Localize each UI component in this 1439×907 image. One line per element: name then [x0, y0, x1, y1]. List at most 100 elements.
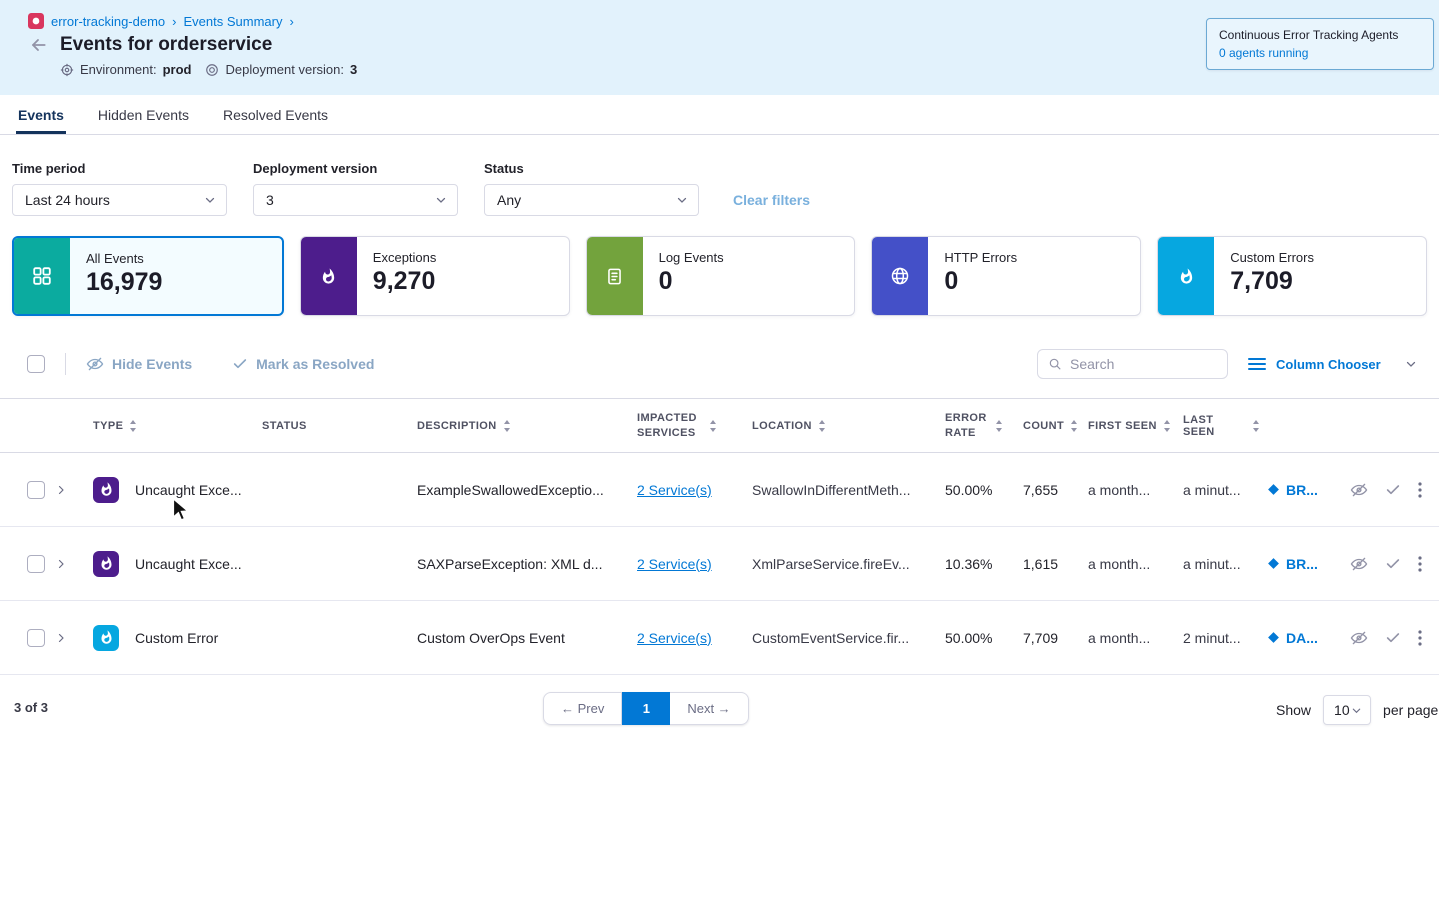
chevron-down-icon — [1351, 705, 1362, 716]
event-type: Custom Error — [135, 630, 218, 646]
event-count: 7,655 — [1023, 482, 1058, 498]
event-description: ExampleSwallowedExceptio... — [417, 482, 604, 498]
eye-off-icon — [86, 355, 104, 373]
check-icon[interactable] — [1385, 482, 1401, 498]
card-label: HTTP Errors — [944, 250, 1017, 265]
deployment-version-value: 3 — [350, 62, 357, 77]
card-value: 7,709 — [1230, 267, 1314, 296]
back-arrow-icon[interactable] — [28, 35, 48, 55]
last-seen: a minut... — [1183, 556, 1241, 572]
breadcrumb-separator: › — [289, 14, 293, 29]
column-header-type[interactable]: TYPE — [85, 419, 255, 433]
expand-chevron-icon[interactable] — [55, 484, 67, 496]
service-link-label: BR... — [1286, 556, 1318, 572]
column-header-description[interactable]: DESCRIPTION — [410, 419, 630, 433]
card-log-events[interactable]: Log Events 0 — [586, 236, 856, 316]
kebab-menu-icon[interactable] — [1418, 556, 1422, 572]
status-filter-label: Status — [484, 161, 699, 176]
next-page-button[interactable]: Next → — [670, 692, 748, 725]
column-chooser-button[interactable]: Column Chooser — [1248, 357, 1417, 372]
select-all-checkbox[interactable] — [27, 355, 45, 373]
error-rate: 10.36% — [945, 556, 992, 572]
check-icon[interactable] — [1385, 630, 1401, 646]
service-link-label: DA... — [1286, 630, 1318, 646]
expand-chevron-icon[interactable] — [55, 558, 67, 570]
kebab-menu-icon[interactable] — [1418, 630, 1422, 646]
card-all-events[interactable]: All Events 16,979 — [12, 236, 284, 316]
sort-icon[interactable] — [995, 419, 1003, 433]
prev-page-button[interactable]: ← Prev — [543, 692, 622, 725]
table-row: Uncaught Exce... ExampleSwallowedExcepti… — [0, 453, 1439, 527]
status-select[interactable]: Any — [484, 184, 699, 216]
tab-resolved-events[interactable]: Resolved Events — [221, 97, 330, 134]
sort-icon[interactable] — [1070, 419, 1078, 433]
chevron-down-icon — [435, 194, 447, 206]
table-footer: 3 of 3 ← Prev 1 Next → Show 10 per page — [0, 692, 1439, 732]
agents-running-link[interactable]: 0 agents running — [1219, 46, 1421, 60]
sort-icon[interactable] — [818, 419, 826, 433]
card-exceptions[interactable]: Exceptions 9,270 — [300, 236, 570, 316]
table-row: Uncaught Exce... SAXParseException: XML … — [0, 527, 1439, 601]
card-value: 9,270 — [373, 267, 437, 296]
deployment-version-select[interactable]: 3 — [253, 184, 458, 216]
time-period-select[interactable]: Last 24 hours — [12, 184, 227, 216]
environment-icon — [60, 63, 74, 77]
column-header-first-seen[interactable]: FIRST SEEN — [1080, 419, 1175, 433]
hide-events-label: Hide Events — [112, 356, 192, 372]
service-link[interactable]: BR... — [1267, 556, 1318, 572]
card-custom-errors[interactable]: Custom Errors 7,709 — [1157, 236, 1427, 316]
expand-chevron-icon[interactable] — [55, 632, 67, 644]
row-checkbox[interactable] — [27, 555, 45, 573]
environment-meta: Environment: prod — [60, 62, 191, 77]
tab-hidden-events[interactable]: Hidden Events — [96, 97, 191, 134]
column-header-last-seen[interactable]: LAST SEEN — [1175, 414, 1260, 438]
clear-filters-button[interactable]: Clear filters — [733, 192, 810, 208]
column-header-count[interactable]: COUNT — [1015, 419, 1080, 433]
kebab-menu-icon[interactable] — [1418, 482, 1422, 498]
deployment-version-icon — [205, 63, 219, 77]
impacted-services-link[interactable]: 2 Service(s) — [637, 630, 712, 646]
card-label: Exceptions — [373, 250, 437, 265]
first-seen: a month... — [1088, 556, 1150, 572]
mark-resolved-button[interactable]: Mark as Resolved — [232, 356, 374, 372]
sort-icon[interactable] — [1163, 419, 1171, 433]
sort-icon[interactable] — [503, 419, 511, 433]
column-label: TYPE — [93, 420, 123, 432]
table-row: Custom Error Custom OverOps Event 2 Serv… — [0, 601, 1439, 675]
sort-icon[interactable] — [1252, 419, 1260, 433]
chevron-down-icon — [204, 194, 216, 206]
breadcrumb-events-summary-link[interactable]: Events Summary — [184, 14, 283, 29]
page-size-select[interactable]: 10 — [1323, 695, 1371, 725]
search-input[interactable] — [1070, 356, 1219, 372]
column-header-location[interactable]: LOCATION — [745, 419, 935, 433]
column-header-impacted-services[interactable]: IMPACTED SERVICES — [630, 411, 745, 440]
page-size-control: Show 10 per page — [1276, 695, 1438, 725]
current-page-button[interactable]: 1 — [622, 692, 670, 725]
sort-icon[interactable] — [129, 419, 137, 433]
tab-events[interactable]: Events — [16, 97, 66, 134]
eye-off-icon[interactable] — [1350, 555, 1368, 573]
impacted-services-link[interactable]: 2 Service(s) — [637, 556, 712, 572]
check-icon[interactable] — [1385, 556, 1401, 572]
hide-events-button[interactable]: Hide Events — [86, 355, 192, 373]
service-link[interactable]: DA... — [1267, 630, 1318, 646]
card-http-errors[interactable]: HTTP Errors 0 — [871, 236, 1141, 316]
row-checkbox[interactable] — [27, 629, 45, 647]
breadcrumb-project-link[interactable]: error-tracking-demo — [51, 14, 165, 29]
agents-status-box: Continuous Error Tracking Agents 0 agent… — [1206, 18, 1434, 70]
column-header-error-rate[interactable]: ERROR RATE — [935, 411, 1015, 440]
row-count-summary: 3 of 3 — [14, 700, 48, 715]
column-label: DESCRIPTION — [417, 420, 497, 432]
service-link-label: BR... — [1286, 482, 1318, 498]
tabs-bar: Events Hidden Events Resolved Events — [0, 95, 1439, 135]
eye-off-icon[interactable] — [1350, 629, 1368, 647]
impacted-services-link[interactable]: 2 Service(s) — [637, 482, 712, 498]
table-toolbar: Hide Events Mark as Resolved Column Choo… — [0, 346, 1439, 382]
sort-icon[interactable] — [709, 419, 717, 433]
service-link[interactable]: BR... — [1267, 482, 1318, 498]
column-chooser-label: Column Chooser — [1276, 357, 1381, 372]
row-checkbox[interactable] — [27, 481, 45, 499]
event-type: Uncaught Exce... — [135, 482, 242, 498]
last-seen: a minut... — [1183, 482, 1241, 498]
eye-off-icon[interactable] — [1350, 481, 1368, 499]
